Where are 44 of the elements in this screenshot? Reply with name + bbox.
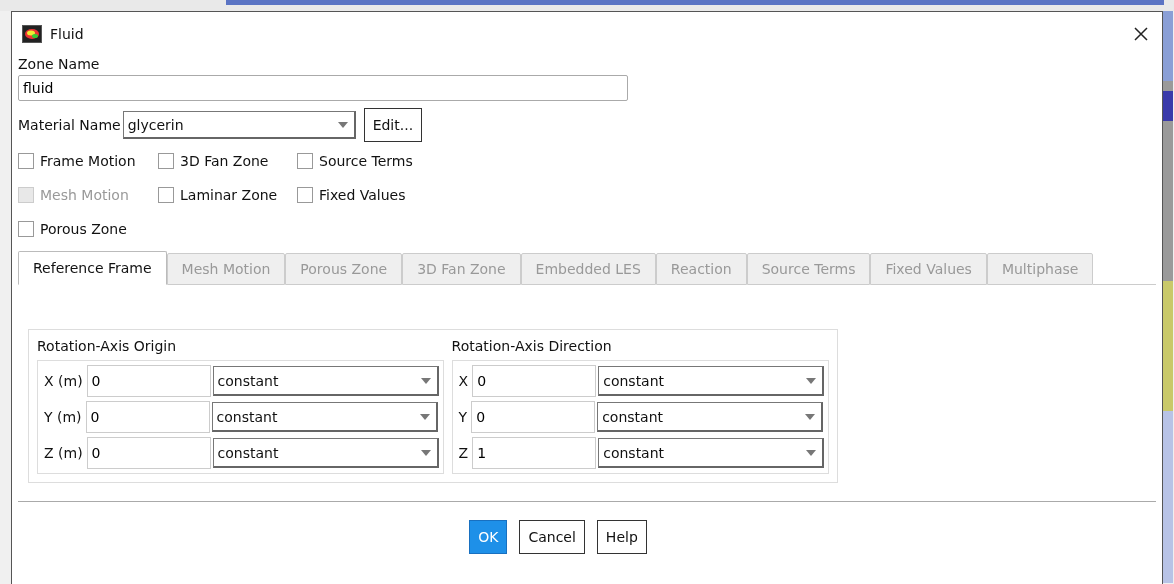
dropdown-caret-icon[interactable] — [806, 449, 817, 456]
value-field[interactable]: 0 — [86, 437, 211, 469]
option-checkbox[interactable]: Porous Zone — [18, 217, 158, 241]
dropdown-caret-icon[interactable] — [420, 377, 431, 384]
axis-label: Z — [457, 445, 470, 461]
method-dropdown[interactable]: constant — [598, 366, 825, 396]
value-field[interactable]: 0 — [86, 365, 211, 397]
group-title: Rotation-Axis Direction — [451, 338, 613, 356]
dialog-button[interactable]: Cancel — [519, 520, 585, 554]
dropdown-caret-icon[interactable] — [337, 121, 348, 128]
dialog-button[interactable]: Help — [596, 520, 647, 554]
dropdown-caret-icon[interactable] — [806, 377, 817, 384]
method-dropdown[interactable]: constant — [597, 402, 824, 432]
app-icon — [22, 25, 42, 43]
zone-name-field[interactable]: fluid — [18, 75, 628, 101]
axis-label: X (m) — [43, 373, 84, 389]
option-checkbox[interactable]: Laminar Zone — [158, 183, 297, 207]
axis-label: Y — [457, 409, 469, 425]
option-checkbox[interactable]: Source Terms — [297, 149, 448, 173]
dropdown-caret-icon[interactable] — [420, 449, 431, 456]
axis-label: Z (m) — [43, 445, 84, 461]
value-field[interactable]: 0 — [471, 401, 596, 433]
tab[interactable]: Reference Frame — [18, 251, 167, 285]
method-dropdown[interactable]: constant — [211, 402, 438, 432]
edit-button[interactable]: Edit... — [363, 108, 423, 142]
value-field[interactable]: 0 — [472, 365, 597, 397]
axis-label: Y (m) — [43, 409, 83, 425]
option-checkbox[interactable]: Frame Motion — [18, 149, 158, 173]
close-icon[interactable] — [1134, 27, 1148, 41]
method-dropdown[interactable]: constant — [212, 366, 439, 396]
material-name-label: Material Name — [18, 117, 121, 133]
zone-name-label: Zone Name — [18, 56, 101, 72]
window-title: Fluid — [50, 26, 84, 42]
axis-label: X — [457, 373, 470, 389]
value-field[interactable]: 1 — [472, 437, 597, 469]
method-dropdown[interactable]: constant — [212, 438, 439, 468]
method-dropdown[interactable]: constant — [598, 438, 825, 468]
option-checkbox[interactable]: Fixed Values — [297, 183, 448, 207]
material-dropdown[interactable]: glycerin — [122, 111, 356, 139]
value-field[interactable]: 0 — [85, 401, 210, 433]
dropdown-caret-icon[interactable] — [805, 413, 816, 420]
group-title: Rotation-Axis Origin — [37, 338, 178, 356]
dropdown-caret-icon[interactable] — [419, 413, 430, 420]
option-checkbox[interactable]: 3D Fan Zone — [158, 149, 297, 173]
